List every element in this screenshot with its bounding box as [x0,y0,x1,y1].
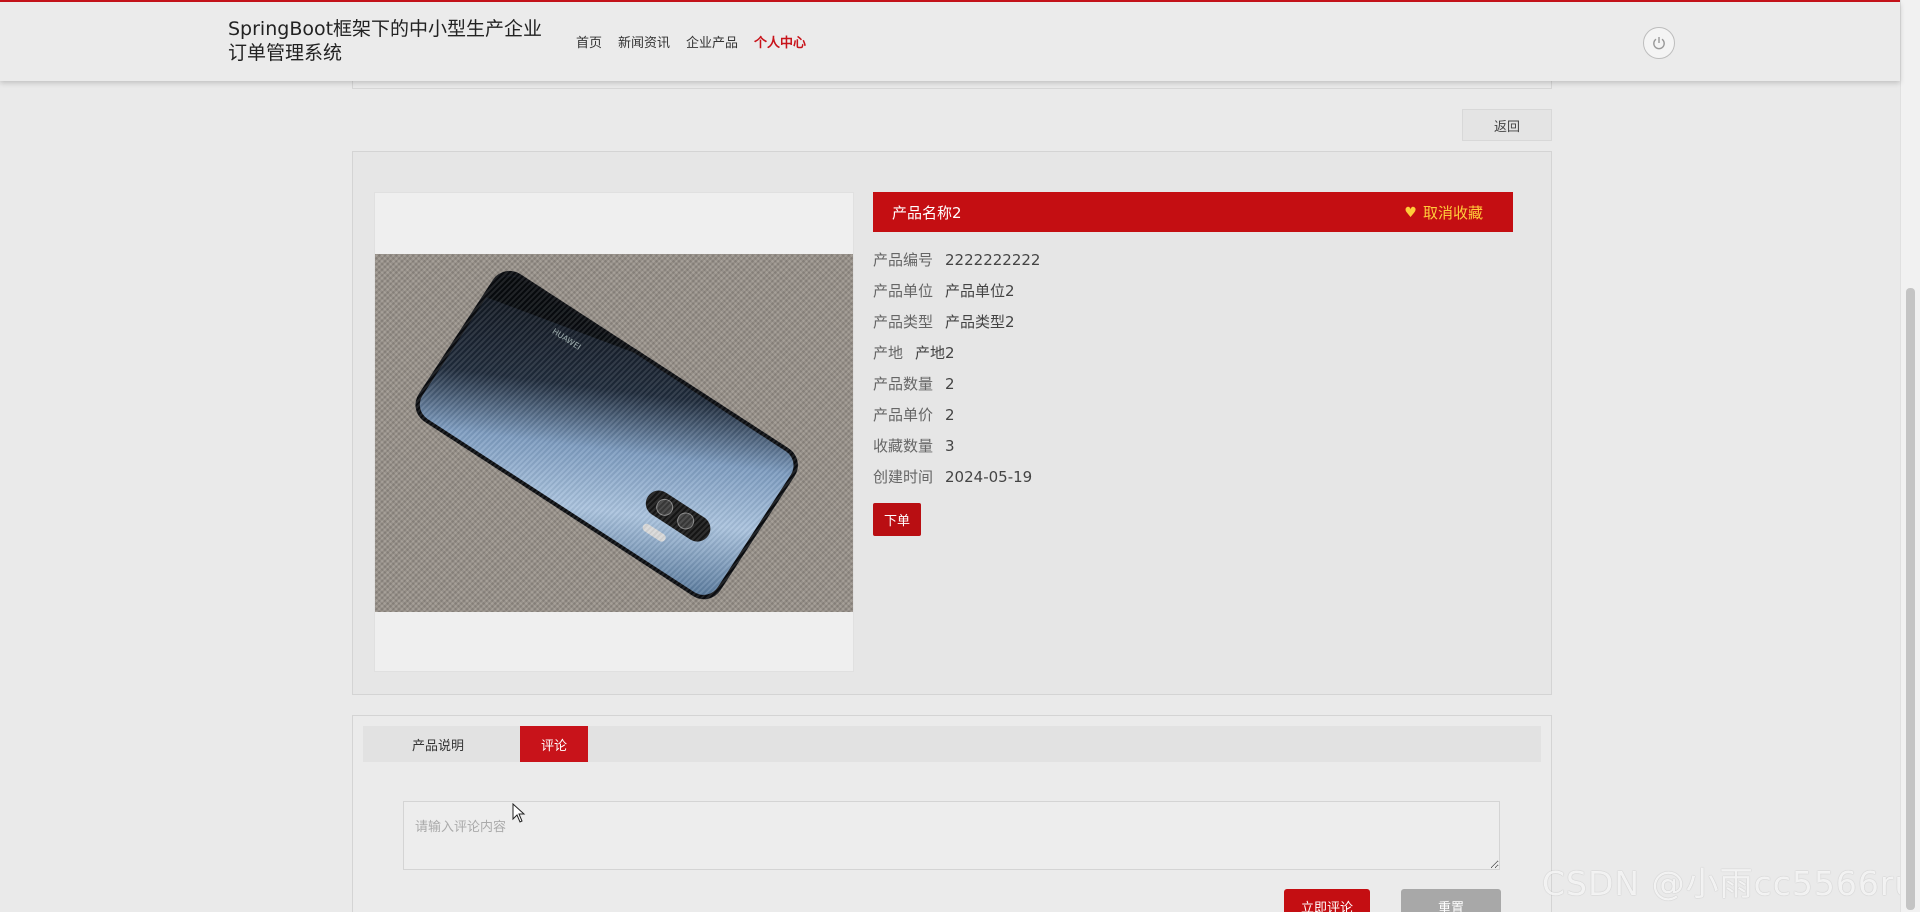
field-favorite-count: 收藏数量 3 [873,435,955,456]
field-value: 2 [945,375,955,393]
product-image: HUAWEI [375,254,853,612]
field-label: 产品类型 [873,313,934,331]
watermark: CSDN @小雨cc5566ru [1542,864,1917,903]
field-value: 产地2 [915,344,955,362]
product-image-frame: HUAWEI [374,192,854,672]
product-detail-panel: HUAWEI 产品名称2 ♥ 取消收藏 产品编号 2222222222 产品单位产… [352,151,1552,695]
unfavorite-button[interactable]: ♥ 取消收藏 [1404,202,1483,223]
tab-comments[interactable]: 评论 [520,726,588,762]
reset-button[interactable]: 重置 [1401,889,1501,912]
field-label: 产品数量 [873,375,934,393]
field-value: 2024-05-19 [945,468,1033,486]
field-label: 产地 [873,344,904,362]
heart-icon: ♥ [1404,204,1417,221]
main-nav: 首页 新闻资讯 企业产品 个人中心 [576,32,822,51]
unfavorite-label: 取消收藏 [1422,204,1483,222]
comment-input[interactable] [403,801,1500,870]
scrollbar-thumb[interactable] [1906,288,1915,910]
power-icon [1653,37,1665,50]
nav-item-products[interactable]: 企业产品 [686,32,738,51]
nav-item-news[interactable]: 新闻资讯 [618,32,670,51]
field-product-type: 产品类型 产品类型2 [873,311,1015,332]
app-title: SpringBoot框架下的中小型生产企业订单管理系统 [228,18,543,64]
field-origin: 产地 产地2 [873,342,955,363]
field-unit-price: 产品单价 2 [873,404,955,425]
field-value: 2222222222 [945,251,1041,269]
submit-comment-button[interactable]: 立即评论 [1284,889,1370,912]
back-button[interactable]: 返回 [1462,109,1552,141]
order-button[interactable]: 下单 [873,503,921,536]
phone-photo: HUAWEI [415,270,798,600]
phone-brand-text: HUAWEI [551,327,583,352]
field-value: 2 [945,406,955,424]
field-label: 产品单位 [873,282,934,300]
detail-tabs-panel: 产品说明 评论 立即评论 重置 [352,715,1552,912]
field-value: 产品类型2 [945,313,1015,331]
product-name: 产品名称2 [892,204,962,222]
field-created-time: 创建时间 2024-05-19 [873,466,1032,487]
tab-product-description[interactable]: 产品说明 [363,726,513,762]
field-label: 收藏数量 [873,437,934,455]
site-header: SpringBoot框架下的中小型生产企业订单管理系统 首页 新闻资讯 企业产品… [0,2,1900,81]
product-title-bar: 产品名称2 ♥ 取消收藏 [873,192,1513,232]
field-label: 产品编号 [873,251,934,269]
field-product-unit: 产品单位 产品单位2 [873,280,1015,301]
field-label: 产品单价 [873,406,934,424]
field-label: 创建时间 [873,468,934,486]
page-scrollbar[interactable] [1900,0,1920,912]
field-product-code: 产品编号 2222222222 [873,249,1040,270]
nav-item-home[interactable]: 首页 [576,32,602,51]
mouse-cursor-icon [512,803,526,823]
tab-strip: 产品说明 评论 [363,726,1541,762]
logout-button[interactable] [1643,27,1675,59]
field-quantity: 产品数量 2 [873,373,955,394]
nav-item-personal-center[interactable]: 个人中心 [754,32,806,51]
field-value: 3 [945,437,955,455]
field-value: 产品单位2 [945,282,1015,300]
